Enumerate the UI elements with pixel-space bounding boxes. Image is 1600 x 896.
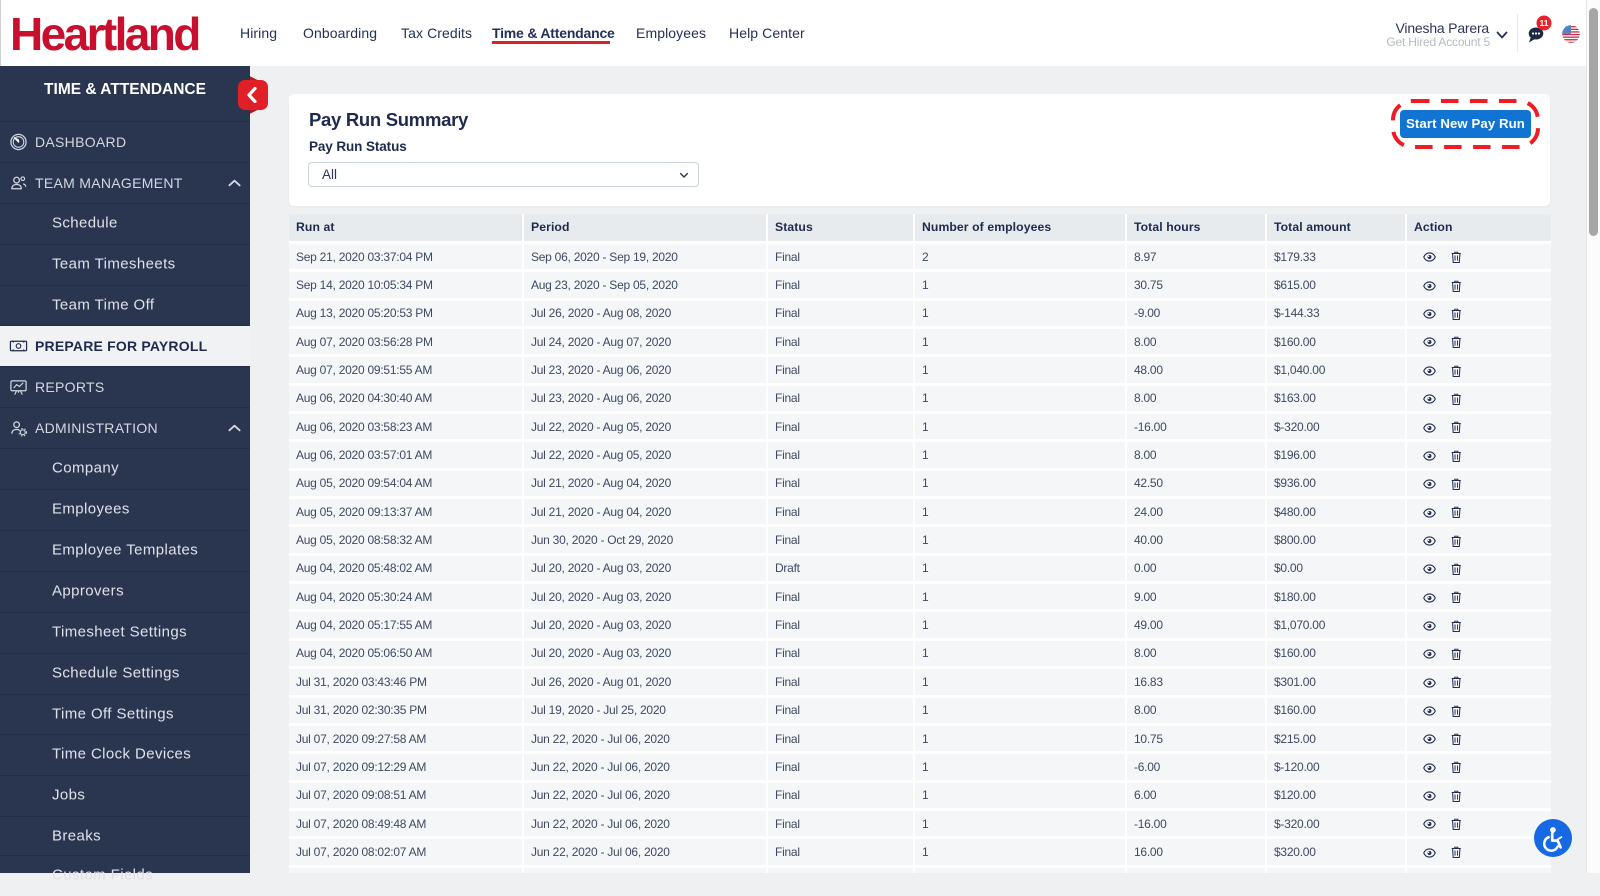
svg-text:11: 11 [1540, 18, 1549, 28]
